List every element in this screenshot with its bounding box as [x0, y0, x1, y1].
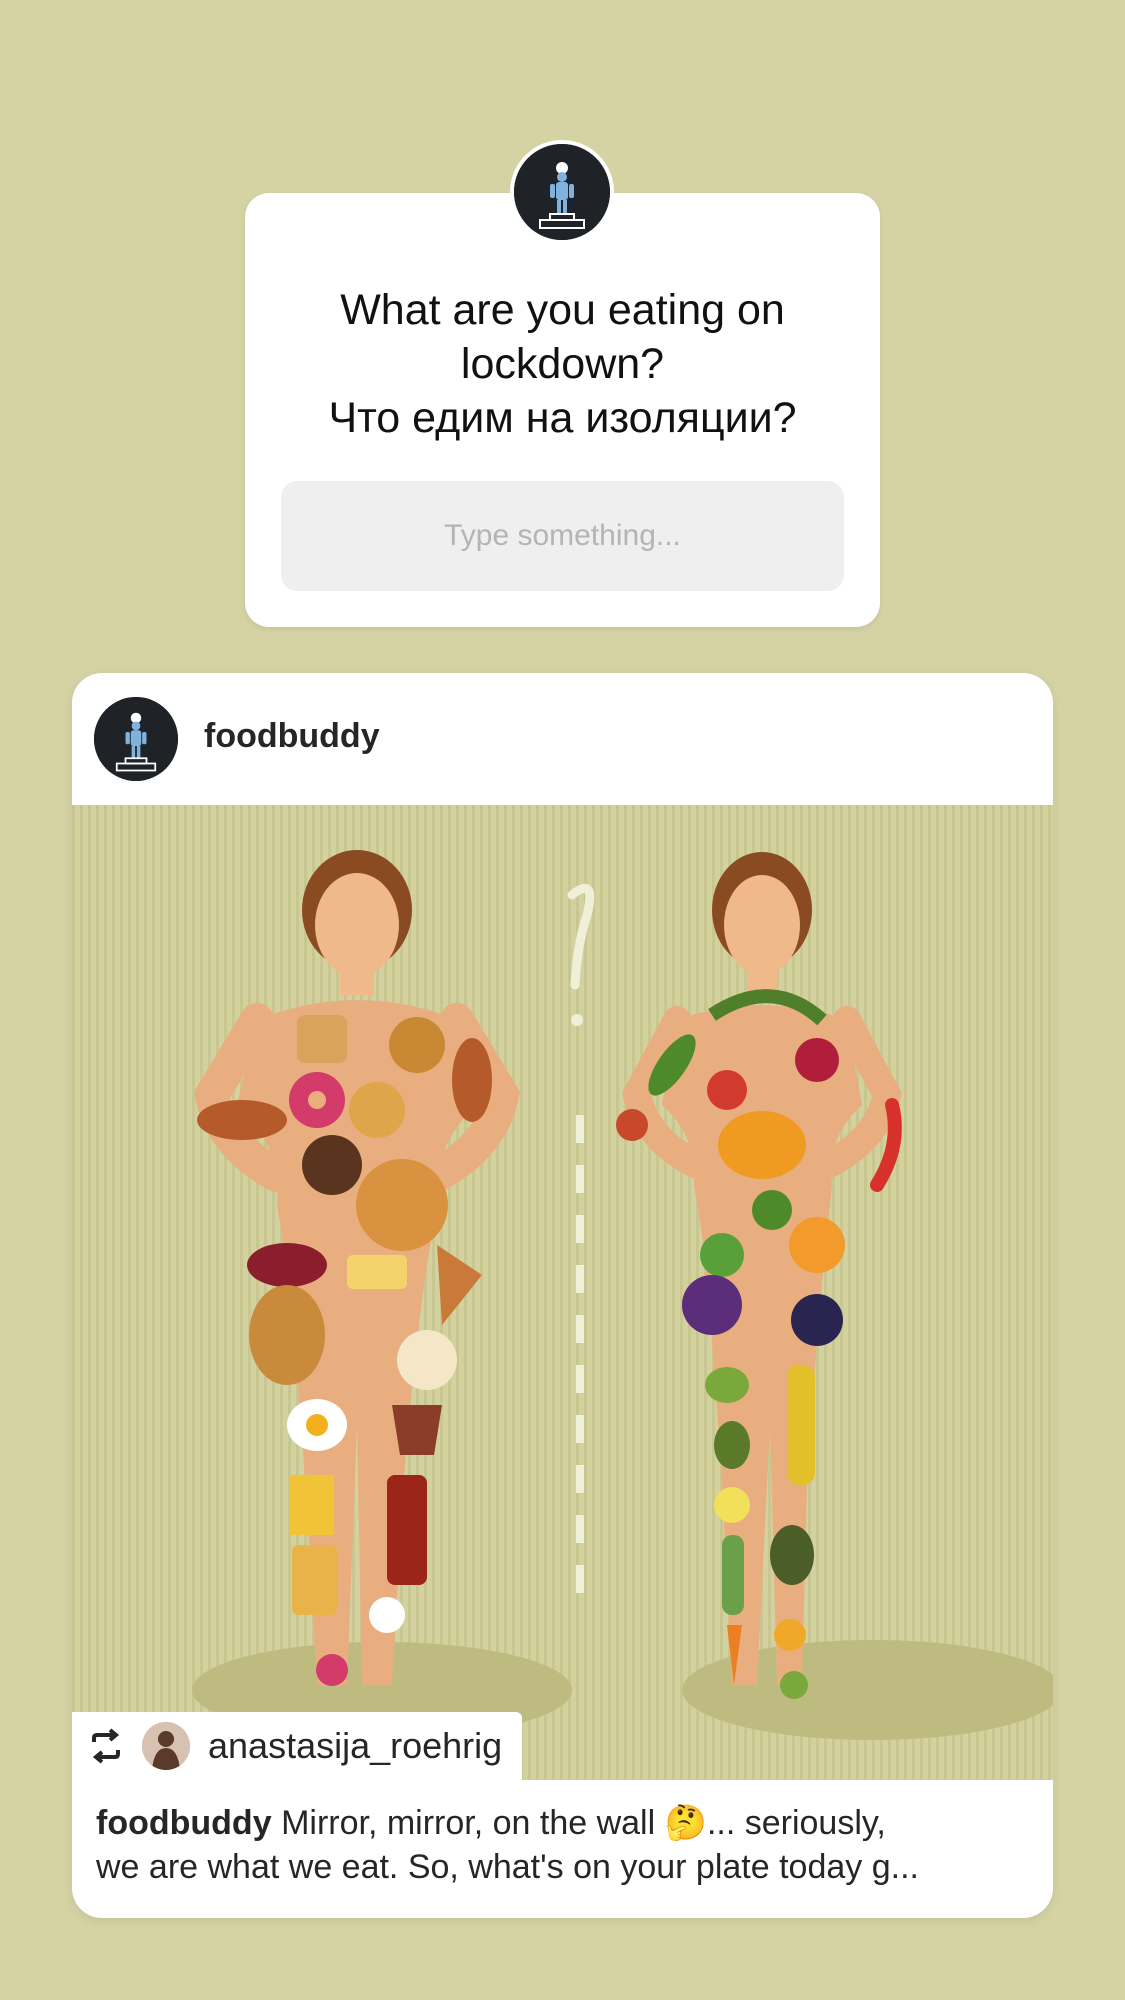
sticker-answer-field[interactable] [281, 481, 844, 591]
regram-username[interactable]: anastasija_roehrig [208, 1725, 502, 1767]
answer-input[interactable] [281, 518, 844, 554]
caption-text-line2: we are what we eat. So, what's on your p… [96, 1848, 919, 1886]
shared-post-card[interactable]: foodbuddy anastasija_roehrig foodbuddy M… [72, 673, 1053, 1918]
caption-text-line1: Mirror, mirror, on the wall 🤔... serious… [281, 1804, 886, 1842]
sticker-question-text: What are you eating on lockdown? Что еди… [328, 286, 797, 442]
regram-attribution[interactable]: anastasija_roehrig [72, 1712, 522, 1780]
post-header: foodbuddy [72, 673, 1053, 805]
chef-podium-icon [514, 144, 610, 240]
regram-user-avatar[interactable] [142, 1722, 190, 1770]
caption-username[interactable]: foodbuddy [96, 1804, 272, 1842]
sticker-avatar [510, 140, 614, 244]
post-avatar[interactable] [94, 697, 178, 781]
user-photo-icon [142, 1722, 190, 1770]
repost-icon [92, 1728, 120, 1764]
body-food-illustration [72, 805, 1053, 1780]
post-username[interactable]: foodbuddy [204, 717, 380, 756]
chef-podium-icon [94, 697, 178, 781]
post-image: anastasija_roehrig [72, 805, 1053, 1780]
question-sticker: What are you eating on lockdown? Что еди… [245, 193, 880, 627]
post-caption: foodbuddy Mirror, mirror, on the wall 🤔.… [96, 1801, 1029, 1889]
